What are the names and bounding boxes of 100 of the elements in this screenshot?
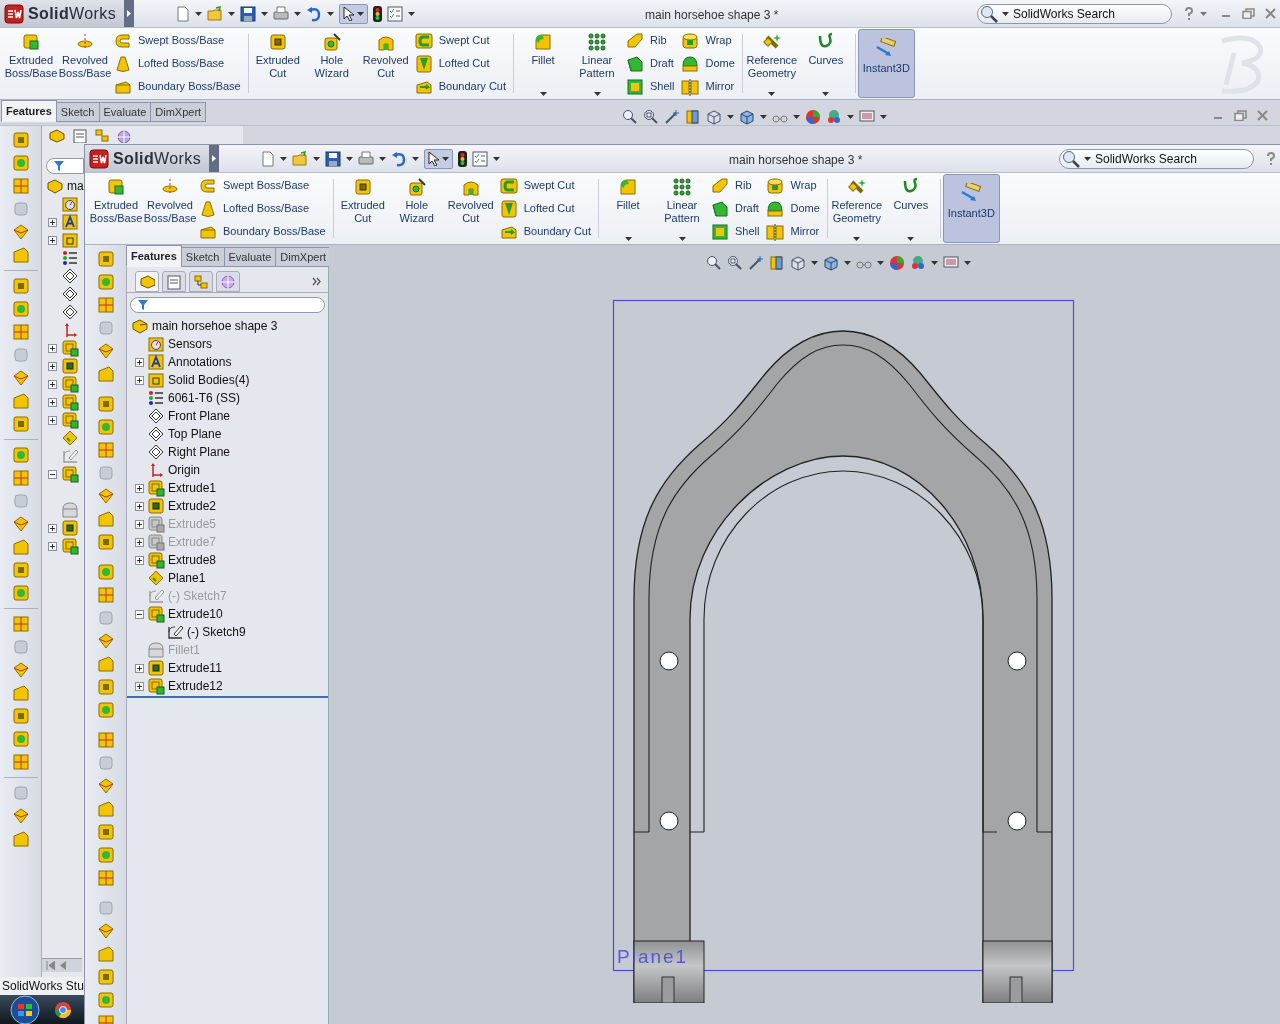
tree-item[interactable]: Front Plane [168,407,231,425]
block-icon[interactable] [10,537,31,557]
tree-item[interactable]: ma [67,177,84,195]
expand-icon[interactable] [48,397,57,407]
ribbon-button[interactable]: Swept Cut [498,175,591,196]
tree-item[interactable]: Plane1 [168,569,206,587]
caret-icon[interactable] [822,92,830,96]
caret-icon[interactable] [261,11,268,16]
ribbon-button[interactable]: Linear Pattern [571,28,623,99]
tree-item[interactable]: Extrude12 [168,677,223,695]
ribbon-button[interactable]: Boundary Boss/Base [198,221,326,242]
expand-icon[interactable] [48,415,57,425]
tree-item[interactable]: (-) Sketch9 [187,623,246,641]
expand-icon[interactable] [134,555,144,565]
section-view-icon[interactable] [685,109,701,125]
block-icon[interactable] [10,683,31,703]
target-icon[interactable] [116,128,132,143]
caret-icon[interactable] [847,115,854,119]
expand-icon[interactable] [48,541,57,551]
arrow-right-icon[interactable] [212,155,216,162]
printer-icon[interactable] [273,5,289,22]
ribbon-button[interactable]: Lofted Boss/Base [198,198,326,219]
caret-icon[interactable] [1002,11,1009,16]
ribbon-button[interactable]: Curves [799,28,852,99]
close-icon[interactable] [1265,8,1276,19]
caret-icon[interactable] [880,115,887,119]
search-box[interactable]: SolidWorks Search [977,3,1172,24]
caret-icon[interactable] [327,11,334,16]
caret-icon[interactable] [678,237,686,241]
instant3d-button[interactable]: Instant3D [857,29,915,98]
grid-icon[interactable] [95,730,116,750]
caret-icon[interactable] [294,11,301,16]
browser-icon[interactable] [54,1000,72,1019]
panel-tab[interactable] [162,271,186,292]
magic-wand-icon[interactable] [664,109,680,125]
caret-icon[interactable] [768,92,776,96]
caret-icon[interactable] [793,115,800,119]
ribbon-button[interactable]: Draft [710,198,760,219]
ribbon-button[interactable]: Rib [625,30,675,51]
help-icon[interactable] [1266,151,1276,166]
ribbon-button[interactable]: Extruded Boss/Base [5,28,57,99]
cube-icon[interactable] [95,249,116,269]
cube-icon[interactable] [95,532,116,552]
tab[interactable]: DimXpert [275,247,332,267]
part-icon[interactable] [48,128,66,143]
caret-icon[interactable] [931,261,938,265]
ribbon-button[interactable]: Hole Wizard [305,28,358,99]
caret-icon[interactable] [442,156,449,161]
expand-icon[interactable] [48,379,57,389]
block-icon[interactable] [95,944,116,964]
app-logo[interactable]: SolidWorks [85,145,219,172]
restore-icon[interactable] [1234,110,1247,121]
collapse-icon[interactable] [134,609,144,619]
ribbon-button[interactable]: Rib [710,175,760,196]
caret-icon[interactable] [539,92,547,96]
ribbon-button[interactable]: Revolved Cut [444,173,497,244]
caret-icon[interactable] [853,237,861,241]
caret-icon[interactable] [844,261,851,265]
traffic-light-icon[interactable] [373,5,382,22]
ribbon-button[interactable]: Wrap [765,175,820,196]
ribbon-button[interactable]: Dome [765,198,820,219]
cube-icon[interactable] [739,109,755,125]
grid-icon[interactable] [95,868,116,888]
printer-icon[interactable] [358,150,374,167]
cube-icon[interactable] [823,255,839,271]
ribbon-button[interactable]: Reference Geometry [745,28,798,99]
grid-icon[interactable] [10,752,31,772]
collapse-icon[interactable] [48,469,57,479]
caret-icon[interactable] [379,156,386,161]
tree-item[interactable]: Extrude8 [168,551,217,569]
tree-item[interactable]: Extrude2 [168,497,217,515]
block-icon[interactable] [95,654,116,674]
caret-icon[interactable] [493,156,500,161]
expand-icon[interactable] [134,663,144,673]
tree-item[interactable]: Solid Bodies(4) [168,371,250,389]
view-cube-icon[interactable] [790,255,806,271]
tree-item[interactable]: Top Plane [168,425,222,443]
checklist-icon[interactable] [387,5,403,22]
magic-wand-icon[interactable] [748,255,764,271]
ribbon-button[interactable]: Lofted Boss/Base [113,53,241,74]
ribbon-button[interactable]: Hole Wizard [390,173,443,244]
grid-icon[interactable] [95,295,116,315]
panel-tab[interactable] [216,271,240,292]
tree-item[interactable]: Extrude11 [168,659,222,677]
new-document-icon[interactable] [259,150,275,167]
tree-item[interactable]: main horsehoe shape 3 [152,317,278,335]
tab[interactable]: Features [126,245,182,267]
expand-icon[interactable] [134,375,144,385]
config-icon[interactable] [94,128,110,143]
start-button-icon[interactable] [8,995,42,1024]
tree-item[interactable]: Right Plane [168,443,231,461]
save-icon[interactable] [240,5,256,22]
zoom-icon[interactable] [706,255,722,271]
tree-item[interactable]: Extrude10 [168,605,223,623]
tree-item[interactable]: Sensors [168,335,213,353]
caret-icon[interactable] [313,156,320,161]
ribbon-button[interactable]: Shell [710,221,760,242]
tree-item[interactable]: Annotations [168,353,232,371]
block-icon[interactable] [10,391,31,411]
view-cube-icon[interactable] [706,109,722,125]
